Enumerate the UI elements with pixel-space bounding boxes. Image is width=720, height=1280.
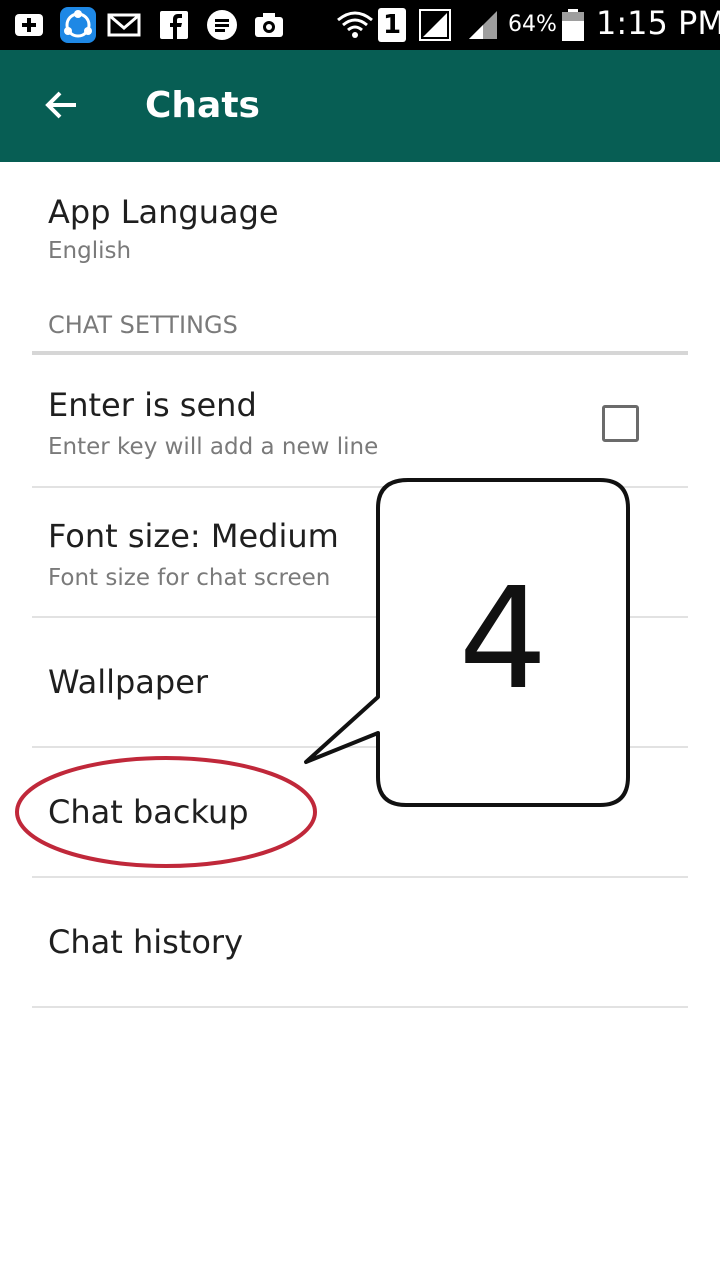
arrow-back-icon <box>45 91 76 119</box>
app-bar: Chats <box>0 50 720 162</box>
setting-chat-history[interactable]: Chat history <box>0 878 720 1006</box>
battery-percent: 64% <box>508 12 557 37</box>
camera-icon <box>255 13 283 37</box>
status-bar: 1 64% 1:15 PM <box>0 0 720 50</box>
section-header: CHAT SETTINGS <box>48 311 238 339</box>
divider <box>32 1006 688 1008</box>
signal-icon <box>469 11 497 39</box>
setting-chat-backup[interactable]: Chat backup <box>0 748 720 876</box>
setting-title: Font size: Medium <box>48 517 339 555</box>
add-icon <box>15 14 43 36</box>
setting-title: App Language <box>48 193 279 231</box>
page-title: Chats <box>145 85 260 126</box>
setting-app-language[interactable]: App Language English <box>0 162 720 282</box>
signal-icon <box>419 9 451 41</box>
setting-subtitle: English <box>48 238 132 264</box>
enter-is-send-checkbox[interactable] <box>602 405 639 442</box>
battery-icon <box>562 9 584 41</box>
setting-wallpaper[interactable]: Wallpaper <box>0 618 720 746</box>
setting-title: Chat history <box>48 923 244 961</box>
setting-title: Wallpaper <box>48 663 209 701</box>
setting-font-size[interactable]: Font size: Medium Font size for chat scr… <box>0 488 720 616</box>
setting-subtitle: Enter key will add a new line <box>48 434 379 460</box>
setting-subtitle: Font size for chat screen <box>48 565 331 591</box>
wifi-icon <box>337 11 373 38</box>
back-button[interactable] <box>28 72 94 138</box>
facebook-icon <box>160 11 188 39</box>
screen: 1 64% 1:15 PM Chats App Language English… <box>0 0 720 1280</box>
mail-icon <box>107 13 141 37</box>
sim-icon: 1 <box>378 8 406 42</box>
message-icon <box>207 10 237 40</box>
setting-title: Enter is send <box>48 386 257 424</box>
share-app-icon <box>60 7 96 43</box>
sim-slot-number: 1 <box>382 10 402 40</box>
setting-title: Chat backup <box>48 793 249 831</box>
clock-time: 1:15 PM <box>596 4 720 42</box>
